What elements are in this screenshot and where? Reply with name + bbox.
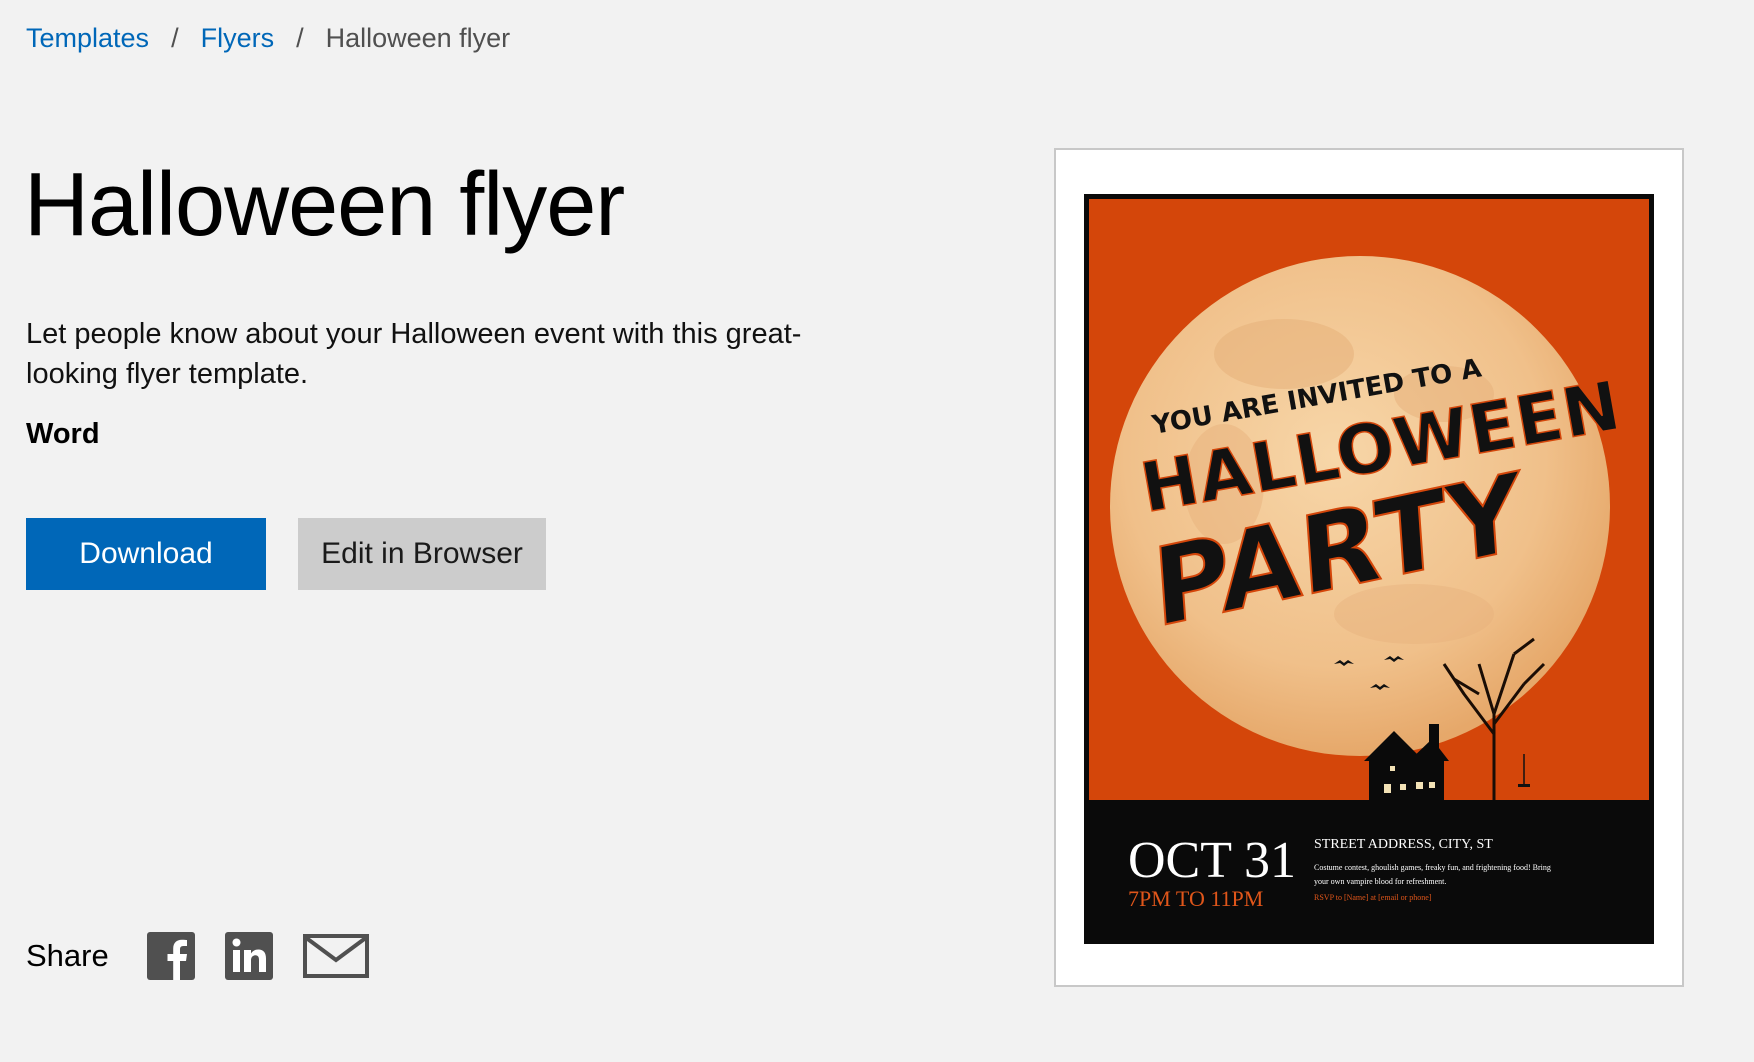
page-title: Halloween flyer bbox=[24, 155, 625, 255]
linkedin-icon[interactable] bbox=[224, 932, 273, 980]
template-page: Templates / Flyers / Halloween flyer Hal… bbox=[0, 0, 1754, 1062]
flyer-address: STREET ADDRESS, CITY, ST bbox=[1314, 837, 1493, 852]
download-button[interactable]: Download bbox=[26, 518, 266, 590]
share-label: Share bbox=[26, 938, 109, 973]
halloween-flyer-image: YOU ARE INVITED TO A HALLOWEEN PARTY OCT… bbox=[1084, 194, 1654, 944]
breadcrumb: Templates / Flyers / Halloween flyer bbox=[26, 20, 510, 56]
breadcrumb-templates-link[interactable]: Templates bbox=[26, 20, 149, 56]
flyer-time: 7PM TO 11PM bbox=[1128, 886, 1263, 911]
edit-in-browser-button[interactable]: Edit in Browser bbox=[298, 518, 546, 590]
share-bar: Share bbox=[26, 930, 399, 982]
breadcrumb-flyers-link[interactable]: Flyers bbox=[201, 20, 275, 56]
flyer-rsvp: RSVP to [Name] at [email or phone] bbox=[1314, 893, 1432, 902]
template-preview[interactable]: YOU ARE INVITED TO A HALLOWEEN PARTY OCT… bbox=[1054, 148, 1684, 987]
app-label: Word bbox=[26, 418, 100, 450]
flyer-date: OCT 31 bbox=[1128, 832, 1296, 889]
flyer-details-1: Costume contest, ghoulish games, freaky … bbox=[1314, 863, 1551, 872]
breadcrumb-separator: / bbox=[296, 23, 304, 53]
flyer-details-2: your own vampire blood for refreshment. bbox=[1314, 877, 1446, 886]
email-icon[interactable] bbox=[302, 932, 369, 980]
facebook-icon[interactable] bbox=[146, 932, 195, 980]
breadcrumb-separator: / bbox=[171, 23, 179, 53]
breadcrumb-current: Halloween flyer bbox=[325, 23, 511, 53]
template-description: Let people know about your Halloween eve… bbox=[26, 318, 802, 390]
